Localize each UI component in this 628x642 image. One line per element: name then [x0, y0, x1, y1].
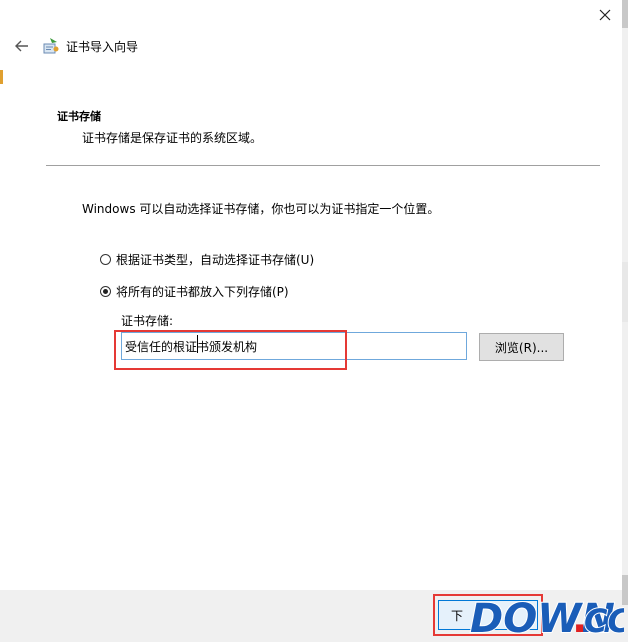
- watermark-cc-text: CC: [584, 602, 624, 640]
- radio-label-auto-select: 根据证书类型，自动选择证书存储(U): [116, 253, 315, 267]
- header-divider: [46, 165, 600, 166]
- strip-block: [622, 262, 628, 322]
- certificate-wizard-icon: [43, 38, 59, 54]
- radio-dot: [103, 289, 108, 294]
- back-arrow-icon: [15, 40, 28, 52]
- background-window-strip: [622, 0, 628, 642]
- close-icon: [599, 9, 611, 21]
- radio-auto-select[interactable]: 根据证书类型，自动选择证书存储(U): [100, 251, 314, 268]
- radio-place-all[interactable]: 将所有的证书都放入下列存储(P): [100, 283, 289, 300]
- strip-block: [622, 0, 628, 28]
- radio-button-unselected[interactable]: [100, 254, 111, 265]
- radio-label-place-all: 将所有的证书都放入下列存储(P): [116, 285, 289, 299]
- section-description: 证书存储是保存证书的系统区域。: [82, 131, 263, 145]
- section-heading: 证书存储: [57, 110, 101, 123]
- background-window-edge: [0, 70, 3, 84]
- intro-text: Windows 可以自动选择证书存储，你也可以为证书指定一个位置。: [82, 202, 440, 216]
- wizard-window: 证书导入向导 证书存储 证书存储是保存证书的系统区域。 Windows 可以自动…: [0, 0, 623, 642]
- wizard-title: 证书导入向导: [66, 40, 139, 54]
- close-button[interactable]: [590, 2, 620, 28]
- radio-button-selected[interactable]: [100, 286, 111, 297]
- annotation-highlight-box: [114, 330, 347, 370]
- down-cc-watermark-logo: DOWN . CC: [469, 595, 624, 640]
- browse-button[interactable]: 浏览(R)...: [479, 333, 564, 361]
- store-label: 证书存储:: [121, 314, 174, 328]
- back-button[interactable]: [12, 36, 32, 56]
